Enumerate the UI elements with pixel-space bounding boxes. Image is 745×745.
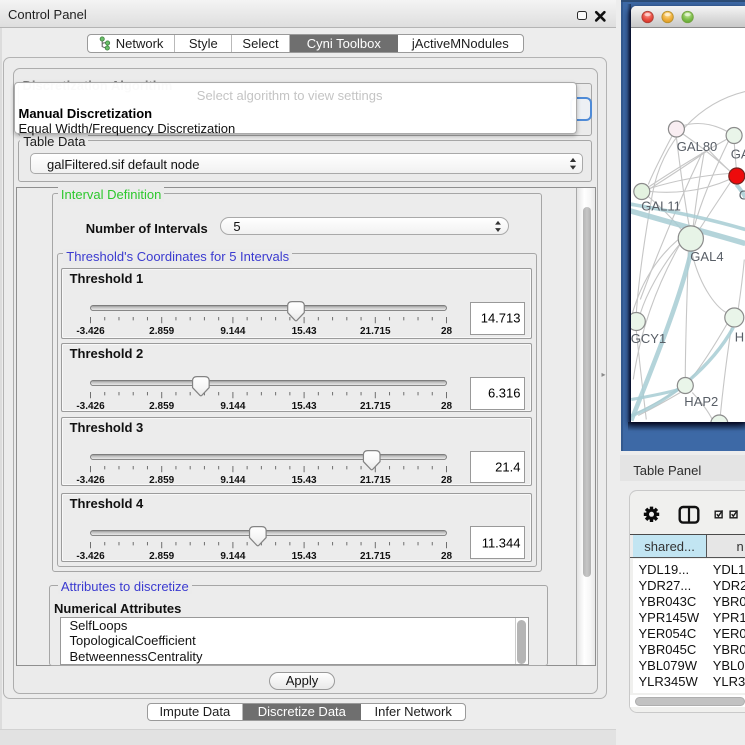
svg-text:2.859: 2.859 — [149, 474, 174, 485]
svg-text:2.859: 2.859 — [149, 326, 174, 337]
svg-text:H: H — [734, 330, 743, 345]
svg-text:21.715: 21.715 — [360, 474, 391, 485]
svg-text:GA: GA — [730, 147, 744, 162]
svg-text:15.43: 15.43 — [292, 401, 317, 412]
svg-text:28: 28 — [441, 326, 453, 337]
svg-text:9.144: 9.144 — [220, 474, 245, 485]
svg-text:28: 28 — [441, 550, 453, 561]
svg-text:Threshold 3: Threshold 3 — [70, 420, 144, 435]
svg-text:9.144: 9.144 — [220, 550, 245, 561]
svg-text:28: 28 — [441, 474, 453, 485]
svg-text:HAP2: HAP2 — [684, 394, 718, 409]
svg-text:9.144: 9.144 — [220, 326, 245, 337]
svg-text:21.715: 21.715 — [360, 401, 391, 412]
svg-text:2.859: 2.859 — [149, 550, 174, 561]
svg-text:GCY1: GCY1 — [631, 331, 666, 346]
svg-text:Threshold 1: Threshold 1 — [70, 271, 144, 286]
svg-text:15.43: 15.43 — [292, 474, 317, 485]
svg-text:-3.426: -3.426 — [76, 326, 105, 337]
svg-text:-3.426: -3.426 — [76, 550, 105, 561]
svg-text:GAL80: GAL80 — [676, 139, 716, 154]
svg-text:-3.426: -3.426 — [76, 401, 105, 412]
svg-text:Threshold 4: Threshold 4 — [70, 496, 144, 511]
svg-text:28: 28 — [441, 401, 453, 412]
svg-text:Threshold 2: Threshold 2 — [70, 346, 144, 361]
svg-text:C: C — [738, 188, 744, 203]
svg-text:21.715: 21.715 — [360, 326, 391, 337]
svg-text:21.715: 21.715 — [360, 550, 391, 561]
svg-text:GAL4: GAL4 — [690, 249, 723, 264]
svg-text:15.43: 15.43 — [292, 326, 317, 337]
svg-text:GAL11: GAL11 — [641, 199, 681, 214]
svg-text:2.859: 2.859 — [149, 401, 174, 412]
svg-text:9.144: 9.144 — [220, 401, 245, 412]
svg-text:15.43: 15.43 — [292, 550, 317, 561]
svg-text:-3.426: -3.426 — [76, 474, 105, 485]
